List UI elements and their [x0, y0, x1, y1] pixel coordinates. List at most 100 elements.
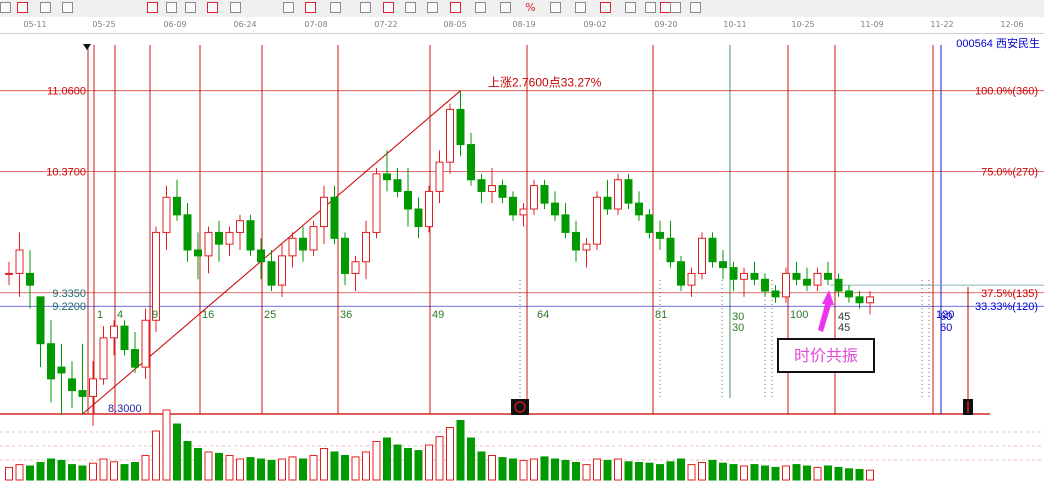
tool-12-icon[interactable]	[330, 2, 341, 13]
date-label: 05-11	[23, 20, 47, 29]
tool-25-icon[interactable]	[645, 2, 656, 13]
tool-4-icon[interactable]	[62, 2, 73, 13]
volume-bar	[362, 451, 370, 481]
candle-body	[288, 237, 297, 257]
candle-body	[15, 249, 24, 274]
candle-body	[572, 231, 580, 251]
date-label: 09-20	[654, 20, 678, 29]
tool-27-icon[interactable]	[670, 2, 681, 13]
tool-8-icon[interactable]	[207, 2, 218, 13]
tool-16-icon[interactable]	[427, 2, 438, 13]
volume-bar	[15, 464, 24, 481]
volume-bar	[803, 465, 811, 481]
candle-body	[68, 378, 76, 392]
tool-3-icon[interactable]	[40, 2, 51, 13]
volume-bar	[183, 441, 192, 481]
candle-body	[635, 202, 643, 216]
candle-body	[393, 179, 402, 192]
volume-bar	[603, 459, 612, 481]
volume-bar	[771, 466, 780, 481]
volume-bar	[782, 465, 790, 481]
volume-bar	[498, 457, 507, 481]
candle-body	[551, 202, 559, 216]
date-label: 09-02	[583, 20, 607, 29]
candle-body	[645, 214, 654, 233]
volume-bar	[855, 469, 864, 481]
stock-code: 000564	[956, 38, 993, 50]
volume-bar	[845, 468, 853, 481]
tool-28-icon[interactable]	[690, 2, 701, 13]
low-annotation: 8.3000	[108, 403, 142, 415]
tool-14-icon[interactable]	[383, 2, 394, 13]
percent-icon[interactable]: %	[525, 2, 536, 13]
candle-body	[414, 208, 423, 228]
volume-bar	[99, 458, 108, 481]
candle-body	[5, 272, 13, 275]
volume-bar	[194, 448, 202, 481]
candle-body	[824, 272, 832, 280]
candle-body	[120, 325, 129, 351]
candlestick-chart: 100.0%(360) 75.0%(270) 37.5%(135)33.33%(12…	[0, 44, 1044, 481]
price-label: 9.2200	[52, 301, 86, 313]
candle-body	[561, 214, 570, 233]
volume-bar	[215, 452, 223, 481]
volume-bar	[593, 458, 601, 481]
tool-11-icon[interactable]	[305, 2, 316, 13]
volume-bar	[288, 456, 297, 481]
volume-bar	[320, 448, 328, 481]
volume-bar	[141, 455, 150, 481]
tool-7-icon[interactable]	[185, 2, 196, 13]
start-marker	[83, 44, 91, 50]
volume-bar	[309, 455, 318, 481]
date-label: 06-24	[233, 20, 257, 29]
date-label: 07-22	[374, 20, 398, 29]
tool-17-icon[interactable]	[450, 2, 461, 13]
candle-body	[257, 249, 265, 263]
candle-body	[519, 208, 528, 216]
tool-19-icon[interactable]	[500, 2, 511, 13]
tool-6-icon[interactable]	[166, 2, 177, 13]
candle-body	[813, 272, 822, 286]
tool-18-icon[interactable]	[475, 2, 486, 13]
rise-annotation: 上涨2.7600点33.27%	[488, 75, 602, 90]
tool-24-icon[interactable]	[625, 2, 636, 13]
date-label: 06-09	[163, 20, 187, 29]
volume-bar	[68, 464, 76, 481]
volume-bar	[435, 436, 444, 481]
volume-bar	[78, 465, 87, 481]
tool-10-icon[interactable]	[283, 2, 294, 13]
volume-bar	[656, 464, 664, 481]
time-count-label: 49	[432, 309, 444, 321]
tool-21-icon[interactable]	[550, 2, 561, 13]
date-label: 05-25	[92, 20, 116, 29]
tool-9-icon[interactable]	[230, 2, 241, 13]
candle-body	[540, 185, 549, 204]
volume-bar	[120, 464, 129, 481]
candle-body	[498, 185, 507, 198]
date-label: 12-06	[1000, 20, 1024, 29]
end-marker	[963, 399, 973, 415]
volume-bar	[467, 437, 475, 481]
volume-bar	[36, 462, 45, 481]
date-label: 11-09	[860, 20, 884, 29]
volume-bar	[719, 462, 727, 481]
volume-bar	[225, 455, 234, 481]
volume-bar	[761, 465, 769, 481]
candle-body	[866, 296, 874, 304]
candle-body	[803, 278, 811, 286]
tool-15-icon[interactable]	[405, 2, 416, 13]
tool-22-icon[interactable]	[575, 2, 586, 13]
tool-23-icon[interactable]	[600, 2, 611, 13]
fib-level-label: 37.5%(135)	[981, 288, 1038, 300]
tool-2-icon[interactable]	[17, 2, 28, 13]
volume-bar	[509, 458, 517, 481]
cycle-marker-ring	[514, 401, 526, 413]
toolbar: %	[0, 0, 1044, 18]
volume-bar	[813, 466, 822, 481]
tool-1-icon[interactable]	[0, 2, 11, 13]
tool-5-icon[interactable]	[147, 2, 158, 13]
candle-body	[782, 272, 790, 298]
tool-13-icon[interactable]	[360, 2, 371, 13]
time-count-label: 16	[202, 309, 214, 321]
candle-body	[309, 226, 318, 251]
